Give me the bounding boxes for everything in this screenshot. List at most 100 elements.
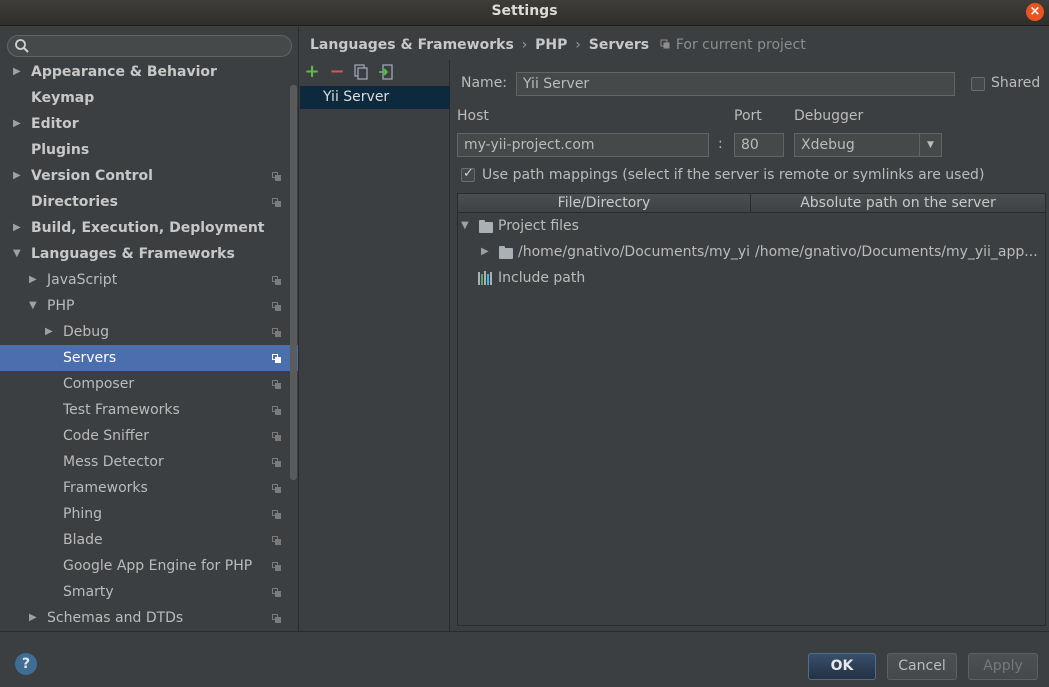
sidebar-item-debug[interactable]: ▶ Debug bbox=[0, 319, 298, 345]
sidebar-item-label: Version Control bbox=[31, 168, 153, 184]
sidebar-item-label: Google App Engine for PHP bbox=[63, 558, 253, 574]
sidebar-item-label: Debug bbox=[63, 324, 110, 340]
window-title: Settings bbox=[491, 3, 558, 19]
sidebar-item-plugins[interactable]: Plugins bbox=[0, 137, 298, 163]
sidebar-item-label: Appearance & Behavior bbox=[31, 64, 217, 80]
sidebar-item-build-execution-deployment[interactable]: ▶ Build, Execution, Deployment bbox=[0, 215, 298, 241]
sidebar-item-keymap[interactable]: Keymap bbox=[0, 85, 298, 111]
chevron-right-icon[interactable]: ▶ bbox=[13, 215, 23, 241]
breadcrumb-php[interactable]: PHP bbox=[535, 37, 567, 53]
name-label: Name: bbox=[461, 75, 508, 91]
sidebar-item-label: Mess Detector bbox=[63, 454, 164, 470]
project-scope-icon bbox=[272, 458, 281, 467]
ok-button[interactable]: OK bbox=[808, 653, 876, 680]
debugger-selected-value: Xdebug bbox=[801, 137, 855, 153]
remove-server-button[interactable]: − bbox=[329, 63, 345, 81]
sidebar-item-languages-frameworks[interactable]: ▼ Languages & Frameworks bbox=[0, 241, 298, 267]
sidebar-item-label: Servers bbox=[63, 350, 117, 366]
port-field[interactable]: 80 bbox=[734, 133, 784, 157]
folder-icon bbox=[479, 220, 493, 233]
project-scope-icon bbox=[272, 380, 281, 389]
sidebar-item-appearance-behavior[interactable]: ▶ Appearance & Behavior bbox=[0, 59, 298, 85]
include-path-label: Include path bbox=[498, 270, 586, 286]
host-field[interactable]: my-yii-project.com bbox=[457, 133, 709, 157]
project-scope-icon bbox=[272, 328, 281, 337]
sidebar-item-code-sniffer[interactable]: Code Sniffer bbox=[0, 423, 298, 449]
chevron-right-icon[interactable]: ▶ bbox=[45, 319, 55, 345]
collapsed-arrow-icon[interactable]: ▶ bbox=[481, 239, 489, 265]
settings-search-input[interactable] bbox=[7, 35, 292, 57]
host-label: Host bbox=[457, 108, 489, 124]
chevron-right-icon[interactable]: ▶ bbox=[13, 111, 23, 137]
folder-icon bbox=[499, 246, 513, 259]
project-scope-icon bbox=[272, 536, 281, 545]
sidebar-item-label: Phing bbox=[63, 506, 102, 522]
help-button[interactable]: ? bbox=[15, 653, 37, 675]
include-path-row[interactable]: Include path bbox=[458, 265, 1045, 291]
sidebar-item-composer[interactable]: Composer bbox=[0, 371, 298, 397]
sidebar-item-test-frameworks[interactable]: Test Frameworks bbox=[0, 397, 298, 423]
path-mappings-checkbox[interactable] bbox=[461, 166, 475, 182]
project-scope-icon bbox=[272, 510, 281, 519]
sidebar-item-smarty[interactable]: Smarty bbox=[0, 579, 298, 605]
chevron-down-icon[interactable]: ▼ bbox=[13, 241, 23, 267]
project-scope-icon bbox=[272, 172, 281, 181]
chevron-down-icon[interactable]: ▼ bbox=[29, 293, 39, 319]
sidebar-item-label: Frameworks bbox=[63, 480, 148, 496]
chevron-right-icon[interactable]: ▶ bbox=[29, 267, 39, 293]
sidebar-item-directories[interactable]: Directories bbox=[0, 189, 298, 215]
chevron-right-icon[interactable]: ▶ bbox=[29, 605, 39, 631]
sidebar-item-label: Directories bbox=[31, 194, 118, 210]
breadcrumb-languages-frameworks[interactable]: Languages & Frameworks bbox=[310, 37, 514, 53]
chevron-right-icon[interactable]: ▶ bbox=[13, 163, 23, 189]
server-list-item[interactable]: Yii Server bbox=[300, 86, 450, 109]
sidebar-scrollbar[interactable] bbox=[290, 85, 297, 480]
sidebar-item-mess-detector[interactable]: Mess Detector bbox=[0, 449, 298, 475]
remote-path-cell[interactable]: /home/gnativo/Documents/my_yii_app... bbox=[755, 239, 1043, 265]
sidebar-item-google-app-engine-for-php[interactable]: Google App Engine for PHP bbox=[0, 553, 298, 579]
copy-server-icon[interactable] bbox=[353, 64, 369, 80]
expanded-arrow-icon[interactable]: ▼ bbox=[461, 213, 469, 239]
column-header-file-directory[interactable]: File/Directory bbox=[458, 194, 751, 213]
mapping-row[interactable]: ▶ /home/gnativo/Documents/my_yi /home/gn… bbox=[458, 239, 1045, 265]
project-scope-icon bbox=[272, 562, 281, 571]
project-scope-icon bbox=[272, 588, 281, 597]
local-path-cell[interactable]: /home/gnativo/Documents/my_yi bbox=[518, 239, 750, 265]
debugger-select[interactable]: Xdebug ▼ bbox=[794, 133, 942, 157]
sidebar-item-editor[interactable]: ▶ Editor bbox=[0, 111, 298, 137]
window-titlebar: Settings × bbox=[0, 0, 1049, 26]
name-field[interactable]: Yii Server bbox=[516, 72, 955, 96]
sidebar-item-javascript[interactable]: ▶ JavaScript bbox=[0, 267, 298, 293]
sidebar-item-php[interactable]: ▼ PHP bbox=[0, 293, 298, 319]
sidebar-item-blade[interactable]: Blade bbox=[0, 527, 298, 553]
path-mappings-label: Use path mappings (select if the server … bbox=[482, 167, 985, 183]
sidebar-item-label: Keymap bbox=[31, 90, 95, 106]
sidebar-item-servers[interactable]: Servers bbox=[0, 345, 298, 371]
breadcrumb-servers: Servers bbox=[588, 37, 650, 53]
port-label: Port bbox=[734, 108, 762, 124]
sidebar-item-phing[interactable]: Phing bbox=[0, 501, 298, 527]
path-mappings-table: File/Directory Absolute path on the serv… bbox=[457, 193, 1046, 626]
chevron-right-icon[interactable]: ▶ bbox=[13, 59, 23, 85]
sidebar-item-label: Composer bbox=[63, 376, 135, 392]
breadcrumb: Languages & Frameworks › PHP › Servers F… bbox=[310, 37, 806, 57]
add-server-button[interactable]: + bbox=[304, 63, 320, 81]
column-header-absolute-path[interactable]: Absolute path on the server bbox=[751, 194, 1045, 213]
shared-checkbox[interactable] bbox=[971, 77, 985, 91]
breadcrumb-separator: › bbox=[575, 37, 581, 53]
project-scope-hint: For current project bbox=[675, 37, 806, 53]
project-scope-icon bbox=[272, 432, 281, 441]
import-server-icon[interactable] bbox=[378, 64, 394, 80]
project-files-row[interactable]: ▼ Project files bbox=[458, 213, 1045, 239]
sidebar-item-label: Test Frameworks bbox=[63, 402, 180, 418]
cancel-button[interactable]: Cancel bbox=[887, 653, 957, 680]
sidebar-item-schemas-and-dtds[interactable]: ▶ Schemas and DTDs bbox=[0, 605, 298, 631]
library-icon bbox=[478, 271, 492, 285]
sidebar-item-label: Schemas and DTDs bbox=[47, 610, 184, 626]
sidebar-item-version-control[interactable]: ▶ Version Control bbox=[0, 163, 298, 189]
apply-button[interactable]: Apply bbox=[968, 653, 1038, 680]
sidebar-item-frameworks[interactable]: Frameworks bbox=[0, 475, 298, 501]
project-scope-icon bbox=[272, 302, 281, 311]
close-window-button[interactable]: × bbox=[1026, 3, 1044, 21]
sidebar-item-label: Build, Execution, Deployment bbox=[31, 220, 265, 236]
